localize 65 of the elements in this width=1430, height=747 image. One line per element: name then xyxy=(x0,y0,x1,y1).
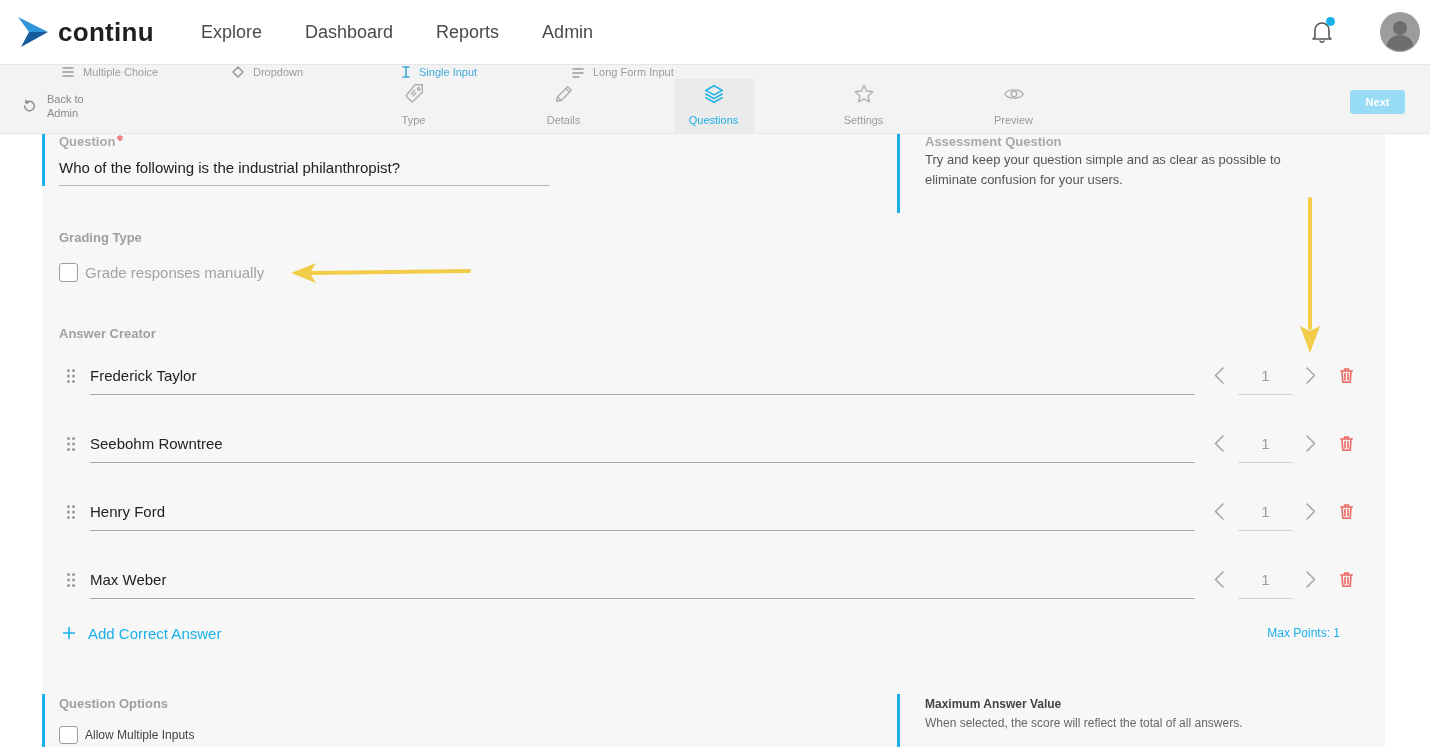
drag-handle-icon[interactable] xyxy=(67,369,75,383)
chevron-left-icon[interactable] xyxy=(1214,503,1224,520)
chevron-right-icon[interactable] xyxy=(1306,367,1316,384)
list-icon xyxy=(62,66,74,78)
answer-field[interactable]: Frederick Taylor xyxy=(90,356,1195,395)
hint-title: Maximum Answer Value xyxy=(925,696,1063,713)
step-tab[interactable]: Questions xyxy=(673,79,754,133)
section-title: Grading Type xyxy=(59,230,143,246)
points-field[interactable]: 1 xyxy=(1238,560,1293,599)
lines-icon xyxy=(572,66,584,78)
checkbox-label: Allow Multiple Inputs xyxy=(85,728,195,742)
trash-icon[interactable] xyxy=(1340,436,1353,451)
text-cursor-icon xyxy=(402,66,410,78)
field-label: Question xyxy=(59,134,116,149)
answer-field[interactable]: Henry Ford xyxy=(90,492,1195,531)
points-field[interactable]: 1 xyxy=(1238,356,1293,395)
layers-icon xyxy=(702,83,725,105)
trash-icon[interactable] xyxy=(1340,572,1353,587)
drag-handle-icon[interactable] xyxy=(67,437,75,451)
chevron-left-icon[interactable] xyxy=(1214,571,1224,588)
logo-text: continu xyxy=(58,16,154,48)
trash-icon[interactable] xyxy=(1340,368,1353,383)
question-field[interactable]: Who of the following is the industrial philanthropist? xyxy=(59,155,550,186)
drag-handle-icon[interactable] xyxy=(67,573,75,587)
star-icon xyxy=(852,83,875,105)
nav-link[interactable]: Explore xyxy=(201,21,262,43)
bell-icon[interactable] xyxy=(1311,20,1333,44)
hint-title: Assessment Question xyxy=(925,134,1063,149)
nav-link[interactable]: Reports xyxy=(436,21,500,43)
question-type-tab[interactable]: Long Form Input xyxy=(572,66,742,78)
chevron-left-icon[interactable] xyxy=(1214,367,1224,384)
step-tab[interactable]: Preview xyxy=(973,79,1054,133)
chevron-right-icon[interactable] xyxy=(1306,571,1316,588)
max-points-text: Max Points: 1 xyxy=(1267,626,1340,640)
trash-icon[interactable] xyxy=(1340,504,1353,519)
nav-link[interactable]: Admin xyxy=(542,21,594,43)
plus-icon[interactable] xyxy=(63,627,75,639)
rotate-left-icon xyxy=(22,99,36,113)
logo-icon xyxy=(18,17,48,47)
diamond-icon xyxy=(232,66,244,78)
checkbox-label: Grade responses manually xyxy=(85,263,265,281)
checkbox[interactable] xyxy=(59,262,78,282)
nav-link[interactable]: Dashboard xyxy=(305,21,394,43)
step-tab[interactable]: Settings xyxy=(823,79,904,133)
answer-field[interactable]: Seebohm Rowntree xyxy=(90,424,1195,463)
step-tab[interactable]: Type xyxy=(373,79,454,133)
chevron-right-icon[interactable] xyxy=(1306,435,1316,452)
avatar-icon[interactable] xyxy=(1380,12,1420,52)
points-field[interactable]: 1 xyxy=(1238,424,1293,463)
hint-text: When selected, the score will reflect the total of all answers. xyxy=(925,715,1244,732)
chevron-left-icon[interactable] xyxy=(1214,435,1224,452)
step-tab[interactable]: Details xyxy=(523,79,604,133)
points-field[interactable]: 1 xyxy=(1238,492,1293,531)
question-type-tab[interactable]: Dropdown xyxy=(232,66,402,78)
answer-field[interactable]: Max Weber xyxy=(90,560,1195,599)
back-link[interactable]: Back to Admin xyxy=(22,92,97,120)
section-title: Question Options xyxy=(59,695,170,713)
question-type-tab[interactable]: Multiple Choice xyxy=(62,66,232,78)
chevron-right-icon[interactable] xyxy=(1306,503,1316,520)
drag-handle-icon[interactable] xyxy=(67,505,75,519)
question-type-tab[interactable]: Single Input xyxy=(402,66,572,78)
add-answer-link[interactable]: Add Correct Answer xyxy=(88,624,222,642)
checkbox[interactable] xyxy=(59,726,78,744)
hint-text: Try and keep your question simple and as clear as possible to eliminate confusion for your users. xyxy=(925,151,1282,189)
section-title: Answer Creator xyxy=(59,326,157,342)
